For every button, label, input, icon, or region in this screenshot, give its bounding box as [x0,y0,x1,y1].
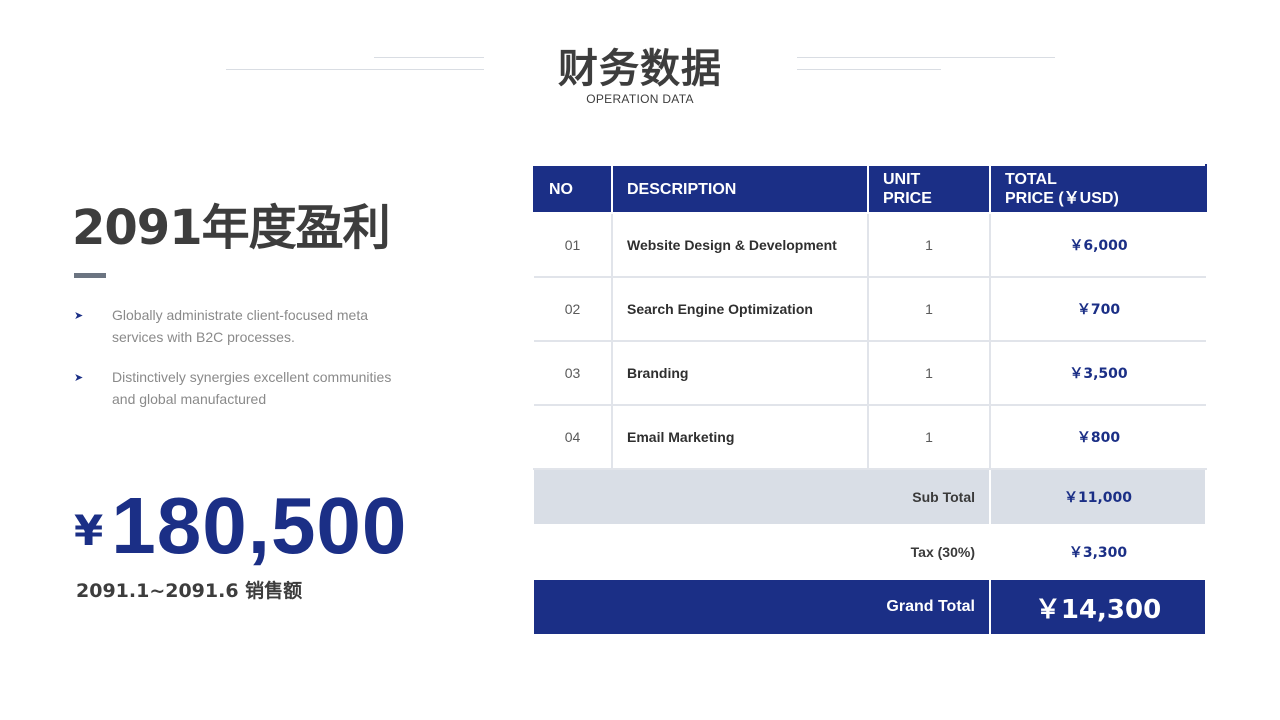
bullet-item: ➤ Globally administrate client-focused m… [74,304,404,348]
column-header-total-price: TOTAL PRICE (￥USD) [989,164,1207,214]
arrow-bullet-icon: ➤ [74,372,84,384]
bullet-text: Globally administrate client-focused met… [112,307,369,345]
row-unit-price: 1 [867,340,991,406]
row-total-price: ￥6,000 [989,212,1206,278]
row-number: 02 [534,276,613,342]
column-header-unit-price-line1: UNIT [883,171,921,188]
sales-amount-value: 180,500 [111,481,408,570]
table-row: 02 Search Engine Optimization 1 ￥700 [534,276,1206,342]
bullet-list: ➤ Globally administrate client-focused m… [74,304,404,428]
column-header-unit-price-line2: PRICE [883,190,932,207]
row-description: Branding [611,340,869,406]
row-description: Search Engine Optimization [611,276,869,342]
column-header-description: DESCRIPTION [611,164,869,214]
grand-total-value: ￥14,300 [989,578,1207,636]
column-header-total-price-line1: TOTAL [1005,171,1057,188]
grand-total-label: Grand Total [534,578,991,636]
row-total-price: ￥700 [989,276,1206,342]
row-total-price: ￥3,500 [989,340,1206,406]
table-row: 04 Email Marketing 1 ￥800 [534,404,1206,470]
bullet-item: ➤ Distinctively synergies excellent comm… [74,366,404,410]
bullet-text: Distinctively synergies excellent commun… [112,369,392,407]
row-description: Website Design & Development [611,212,869,278]
table-row: 01 Website Design & Development 1 ￥6,000 [534,212,1206,278]
grand-total-row: Grand Total ￥14,300 [534,578,1207,636]
tax-row: Tax (30%) ￥3,300 [533,524,1207,580]
annual-profit-heading: 2091年度盈利 [72,200,391,256]
currency-symbol: ¥ [74,506,104,555]
page-title: 财务数据 [558,46,722,92]
column-header-total-price-line2: PRICE (￥USD) [1005,190,1119,207]
page-subtitle: OPERATION DATA [586,92,694,106]
sales-amount: ¥180,500 [74,480,407,572]
row-unit-price: 1 [867,404,991,470]
heading-accent-bar [74,273,106,278]
invoice-table: NO DESCRIPTION UNIT PRICE TOTAL PRICE (￥… [533,164,1207,636]
row-unit-price: 1 [867,276,991,342]
row-number: 03 [534,340,613,406]
tax-value: ￥3,300 [989,524,1207,580]
column-header-unit-price: UNIT PRICE [867,164,991,214]
row-number: 04 [534,404,613,470]
subtotal-row: Sub Total ￥11,000 [534,468,1207,526]
sales-period-label: 2091.1~2091.6 销售额 [76,580,303,602]
row-total-price: ￥800 [989,404,1206,470]
tax-label: Tax (30%) [533,524,991,580]
arrow-bullet-icon: ➤ [74,310,84,322]
row-number: 01 [534,212,613,278]
subtotal-label: Sub Total [534,468,991,526]
table-row: 03 Branding 1 ￥3,500 [534,340,1206,406]
subtotal-value: ￥11,000 [989,468,1207,526]
row-description: Email Marketing [611,404,869,470]
table-header-row: NO DESCRIPTION UNIT PRICE TOTAL PRICE (￥… [533,164,1207,214]
row-unit-price: 1 [867,212,991,278]
column-header-no: NO [533,164,613,214]
